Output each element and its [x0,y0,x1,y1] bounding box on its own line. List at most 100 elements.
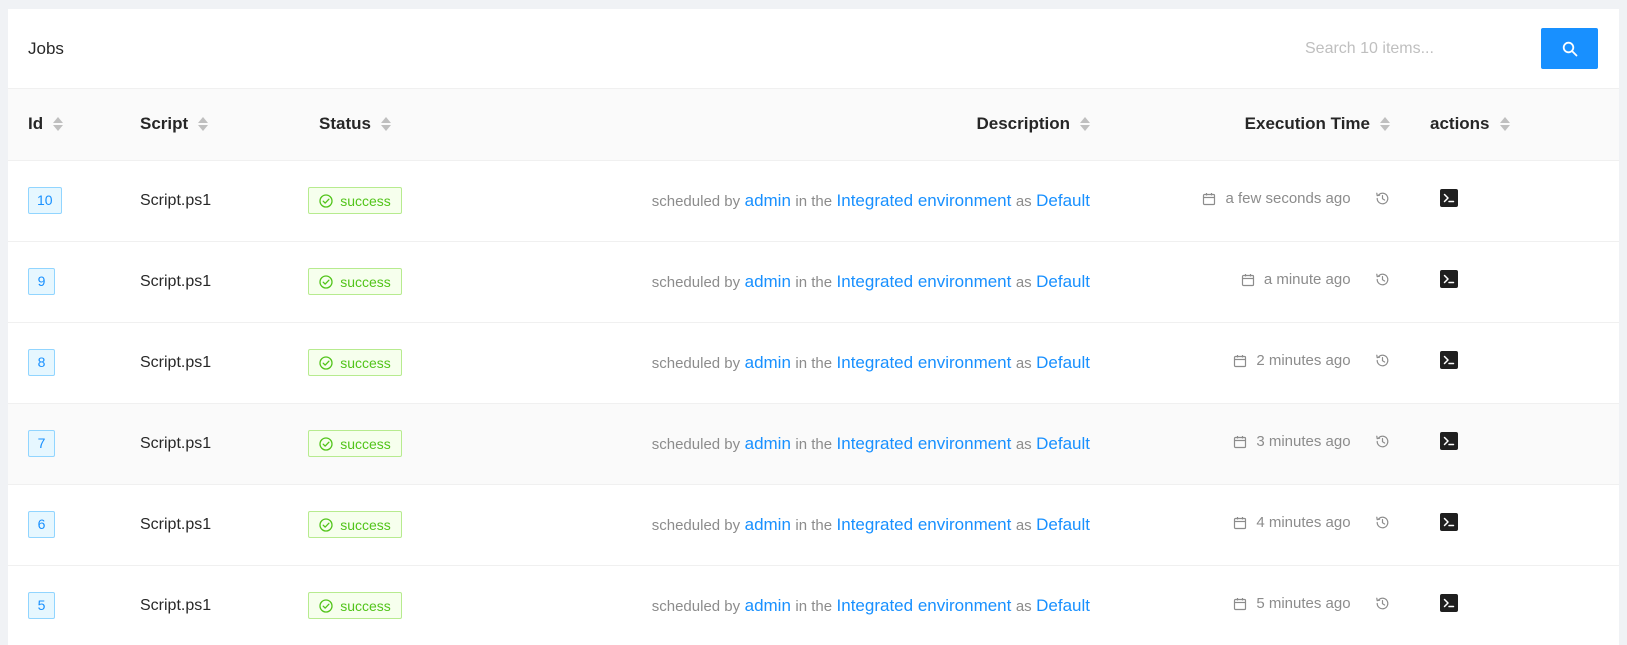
id-cell: 9 [8,241,120,323]
job-id-tag[interactable]: 9 [28,268,55,295]
user-link[interactable]: admin [745,515,791,534]
environment-link[interactable]: Integrated environment [837,353,1012,372]
table-row[interactable]: 6 Script.ps1 success scheduled by admin … [8,484,1619,566]
column-header-id[interactable]: Id [8,89,120,161]
execution-time: 5 minutes ago [1233,595,1351,612]
table-row[interactable]: 9 Script.ps1 success scheduled by admin … [8,241,1619,323]
script-cell: Script.ps1 [120,241,270,323]
card-header: Jobs [8,9,1619,89]
terminal-icon[interactable] [1440,513,1458,531]
calendar-icon [1241,273,1255,287]
user-link[interactable]: admin [745,596,791,615]
credential-link[interactable]: Default [1036,191,1090,210]
id-cell: 10 [8,160,120,242]
job-id-tag[interactable]: 7 [28,430,55,457]
history-icon[interactable] [1375,434,1390,449]
table-row[interactable]: 8 Script.ps1 success scheduled by admin … [8,322,1619,404]
column-header-script[interactable]: Script [120,89,270,161]
column-header-execution-time[interactable]: Execution Time [1110,89,1410,161]
status-badge: success [308,430,402,457]
execution-time-cell: a few seconds ago [1110,160,1410,242]
credential-link[interactable]: Default [1036,515,1090,534]
user-link[interactable]: admin [745,191,791,210]
terminal-icon[interactable] [1440,594,1458,612]
credential-link[interactable]: Default [1036,272,1090,291]
column-header-status[interactable]: Status [270,89,440,161]
job-id-tag[interactable]: 10 [28,187,62,214]
actions-cell [1410,565,1619,645]
history-icon[interactable] [1375,596,1390,611]
description-text: scheduled by [651,273,741,291]
execution-time: 3 minutes ago [1233,433,1351,451]
script-cell: Script.ps1 [120,565,270,645]
jobs-table: Id Script Status Description Execution T… [8,89,1619,645]
table-header-row: Id Script Status Description Execution T… [8,89,1619,161]
script-cell: Script.ps1 [120,403,270,485]
description-text: in the [795,516,833,534]
description-text: in the [795,354,833,372]
status-badge: success [308,349,402,376]
status-label: success [340,516,391,533]
description-text: as [1015,273,1032,291]
status-cell: success [270,484,440,566]
sort-icon[interactable] [1380,117,1390,132]
status-badge: success [308,592,402,619]
history-icon[interactable] [1375,353,1390,368]
history-icon[interactable] [1375,272,1390,287]
terminal-icon[interactable] [1440,189,1458,207]
terminal-icon[interactable] [1440,432,1458,450]
environment-link[interactable]: Integrated environment [837,515,1012,534]
description-cell: scheduled by admin in the Integrated env… [440,241,1110,323]
search-button[interactable] [1541,28,1598,69]
sort-icon[interactable] [1080,117,1090,132]
check-circle-icon [319,598,333,613]
script-cell: Script.ps1 [120,484,270,566]
table-row[interactable]: 5 Script.ps1 success scheduled by admin … [8,565,1619,645]
time-label: a minute ago [1263,271,1351,289]
description-text: as [1015,597,1032,615]
job-id-tag[interactable]: 6 [28,511,55,538]
script-cell: Script.ps1 [120,322,270,404]
job-id-tag[interactable]: 5 [28,592,55,619]
id-cell: 6 [8,484,120,566]
column-header-actions[interactable]: actions [1410,89,1619,161]
description-text: in the [795,273,833,291]
credential-link[interactable]: Default [1036,353,1090,372]
table-row[interactable]: 10 Script.ps1 success scheduled by admin… [8,160,1619,242]
history-icon[interactable] [1375,515,1390,530]
time-label: 3 minutes ago [1256,433,1351,451]
id-cell: 5 [8,565,120,645]
terminal-icon[interactable] [1440,351,1458,369]
credential-link[interactable]: Default [1036,434,1090,453]
status-cell: success [270,322,440,404]
job-id-tag[interactable]: 8 [28,349,55,376]
table-row[interactable]: 7 Script.ps1 success scheduled by admin … [8,403,1619,485]
sort-icon[interactable] [380,117,391,132]
user-link[interactable]: admin [745,272,791,291]
credential-link[interactable]: Default [1036,596,1090,615]
sort-icon[interactable] [1499,117,1510,132]
sort-icon[interactable] [198,117,209,132]
actions-cell [1410,241,1619,323]
environment-link[interactable]: Integrated environment [837,272,1012,291]
environment-link[interactable]: Integrated environment [837,434,1012,453]
history-icon[interactable] [1375,191,1390,206]
page-title: Jobs [28,38,64,58]
column-header-description[interactable]: Description [440,89,1110,161]
search-icon [1562,41,1577,56]
user-link[interactable]: admin [745,434,791,453]
column-label: Execution Time [1244,114,1370,134]
description-cell: scheduled by admin in the Integrated env… [440,322,1110,404]
terminal-icon[interactable] [1440,270,1458,288]
description-text: scheduled by [651,597,741,615]
description-text: scheduled by [651,516,741,534]
environment-link[interactable]: Integrated environment [837,191,1012,210]
sort-icon[interactable] [53,117,64,132]
check-circle-icon [319,274,333,289]
environment-link[interactable]: Integrated environment [837,596,1012,615]
user-link[interactable]: admin [745,353,791,372]
search-input[interactable] [1293,28,1541,69]
execution-time-cell: a minute ago [1110,241,1410,323]
description-text: as [1015,354,1032,372]
description-text: as [1015,516,1032,534]
